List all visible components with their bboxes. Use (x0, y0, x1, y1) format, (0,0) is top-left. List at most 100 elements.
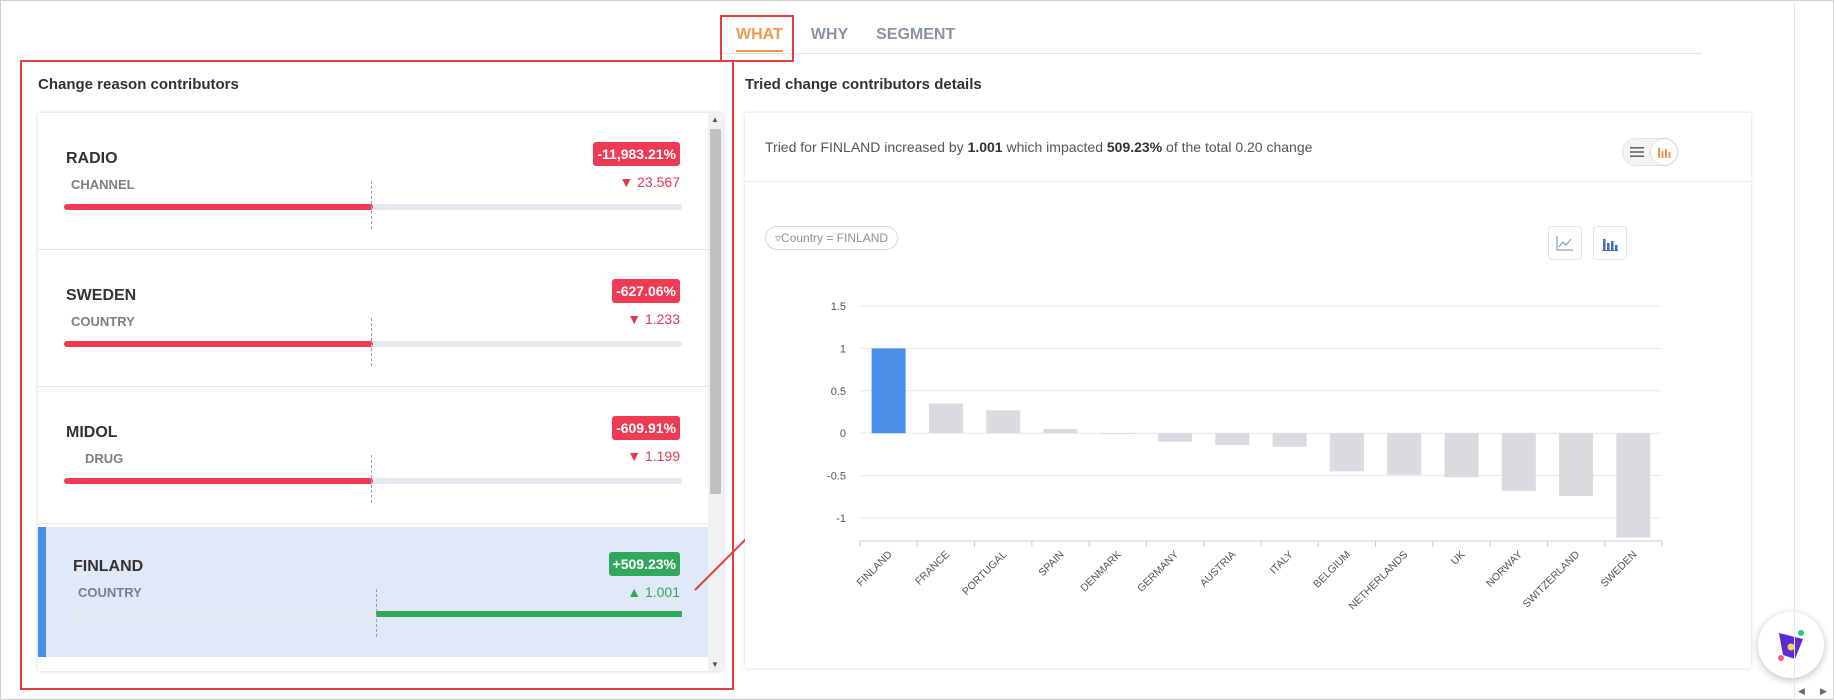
delta-number: 23.567 (637, 174, 680, 190)
tab-divider (722, 53, 1702, 54)
bar-sweden[interactable] (1616, 433, 1651, 538)
impact-badge: +509.23% (608, 552, 680, 576)
x-tick-label: BELGIUM (1311, 549, 1353, 591)
bar-baseline (371, 318, 372, 366)
bar-baseline (376, 589, 377, 637)
bar-italy[interactable] (1272, 433, 1307, 447)
x-tick-label: AUSTRIA (1198, 549, 1239, 590)
y-tick-label: 0 (840, 428, 846, 440)
bar-france[interactable] (928, 403, 963, 434)
triangle-up-icon: ▲ (627, 584, 642, 600)
item-name: FINLAND (73, 558, 144, 575)
x-tick-label: UK (1449, 549, 1468, 568)
bar-austria[interactable] (1215, 433, 1250, 446)
list-item-selected[interactable]: FINLAND COUNTRY +509.23% ▲ 1.001 (38, 527, 708, 657)
scroll-right-icon[interactable]: ▶ (1820, 686, 1827, 697)
y-tick-label: -0.5 (827, 471, 846, 483)
scroll-up-icon[interactable]: ▲ (711, 115, 719, 124)
bar-chart-button[interactable] (1593, 226, 1627, 260)
bar-baseline (371, 181, 372, 229)
bar-denmark[interactable] (1100, 433, 1135, 435)
delta-value: ▲ 1.001 (627, 584, 680, 600)
delta-value: ▼ 1.199 (627, 448, 680, 464)
impact-badge: -11,983.21% (593, 142, 680, 166)
triangle-down-icon: ▼ (619, 174, 634, 190)
contributors-bar-chart: 1.5 1 0.5 0 -0.5 -1 FINLAND FRANCE PORTUGAL SPAIN… (827, 301, 1663, 613)
bar-fill (376, 611, 682, 617)
contributors-list[interactable]: RADIO CHANNEL -11,983.21% ▼ 23.567 SWEDE… (38, 113, 723, 671)
item-name: RADIO (66, 150, 118, 167)
x-tick-label: FRANCE (913, 549, 952, 588)
delta-value: ▼ 1.233 (627, 311, 680, 327)
assistant-launcher[interactable] (1758, 612, 1824, 678)
bar-fill (64, 204, 373, 210)
list-item[interactable]: RADIO CHANNEL -11,983.21% ▼ 23.567 (38, 113, 708, 250)
item-type: COUNTRY (71, 314, 135, 329)
x-tick-label: DENMARK (1078, 549, 1124, 595)
x-tick-label: SWEDEN (1598, 549, 1639, 590)
delta-number: 1.233 (644, 311, 680, 327)
x-tick-label: FINLAND (855, 548, 896, 589)
filter-chip-label: Country = FINLAND (781, 231, 889, 245)
item-name: MIDOL (66, 424, 118, 441)
triangle-down-icon: ▼ (627, 311, 642, 327)
highlight-box-tab (720, 15, 794, 62)
page-scrollbar[interactable] (1794, 0, 1795, 700)
list-item[interactable]: SWEDEN COUNTRY -627.06% ▼ 1.233 (38, 250, 708, 387)
bar-switzerland[interactable] (1559, 433, 1594, 496)
x-tick-label: SWITZERLAND (1520, 548, 1582, 610)
scroll-left-icon[interactable]: ◀ (1798, 686, 1805, 697)
view-toggle[interactable] (1622, 138, 1678, 166)
line-chart-icon (1556, 236, 1573, 251)
bar-spain[interactable] (1043, 428, 1078, 434)
line-chart-button[interactable] (1548, 226, 1582, 260)
impact-badge: -609.91% (612, 416, 680, 440)
y-tick-label: -1 (836, 513, 846, 525)
x-tick-label: NETHERLANDS (1347, 549, 1411, 613)
assistant-logo-icon (1778, 630, 1804, 661)
details-title: Tried change contributors details (745, 76, 982, 93)
summary-impact: 509.23% (1106, 139, 1163, 155)
bar-uk[interactable] (1444, 433, 1479, 478)
details-card: Tried for FINLAND increased by 1.001 whi… (745, 113, 1751, 668)
scroll-down-icon[interactable]: ▼ (711, 660, 719, 669)
y-tick-label: 0.5 (831, 386, 846, 398)
tab-why[interactable]: WHY (797, 16, 862, 52)
bar-chart-icon (1602, 239, 1618, 251)
item-type: COUNTRY (78, 585, 142, 600)
item-type: DRUG (85, 451, 124, 466)
scroll-thumb[interactable] (710, 129, 721, 494)
delta-value: ▼ 23.567 (619, 174, 680, 190)
bar-netherlands[interactable] (1387, 433, 1422, 475)
card-divider (745, 181, 1751, 182)
item-type: CHANNEL (71, 177, 135, 192)
list-view-icon[interactable] (1624, 139, 1650, 165)
x-tick-label: ITALY (1268, 549, 1296, 577)
bar-baseline (371, 455, 372, 503)
summary-middle: which impacted (1002, 139, 1107, 155)
bar-norway[interactable] (1501, 433, 1536, 491)
chart-view-icon[interactable] (1650, 139, 1677, 165)
impact-badge: -627.06% (612, 279, 680, 303)
bar-finland[interactable] (871, 348, 906, 434)
bar-germany[interactable] (1158, 433, 1193, 442)
x-tick-label: GERMANY (1135, 549, 1181, 595)
bar-portugal[interactable] (986, 410, 1021, 434)
bar-fill (64, 478, 373, 484)
change-summary: Tried for FINLAND increased by 1.001 whi… (765, 139, 1312, 155)
summary-suffix: of the total 0.20 change (1162, 139, 1313, 155)
summary-value: 1.001 (967, 139, 1003, 155)
item-name: SWEDEN (66, 287, 137, 304)
triangle-down-icon: ▼ (627, 448, 642, 464)
delta-number: 1.001 (644, 584, 680, 600)
x-tick-label: SPAIN (1036, 549, 1066, 579)
x-tick-label: PORTUGAL (960, 549, 1009, 598)
bar-belgium[interactable] (1329, 433, 1364, 472)
x-tick-label: NORWAY (1484, 549, 1525, 590)
summary-prefix: Tried for FINLAND increased by (765, 139, 968, 155)
list-item[interactable]: MIDOL DRUG -609.91% ▼ 1.199 (38, 387, 708, 524)
selection-accent (38, 527, 46, 657)
contributors-title: Change reason contributors (38, 76, 239, 93)
filter-chip[interactable]: ▿Country = FINLAND (765, 226, 899, 250)
tab-segment[interactable]: SEGMENT (862, 16, 969, 52)
